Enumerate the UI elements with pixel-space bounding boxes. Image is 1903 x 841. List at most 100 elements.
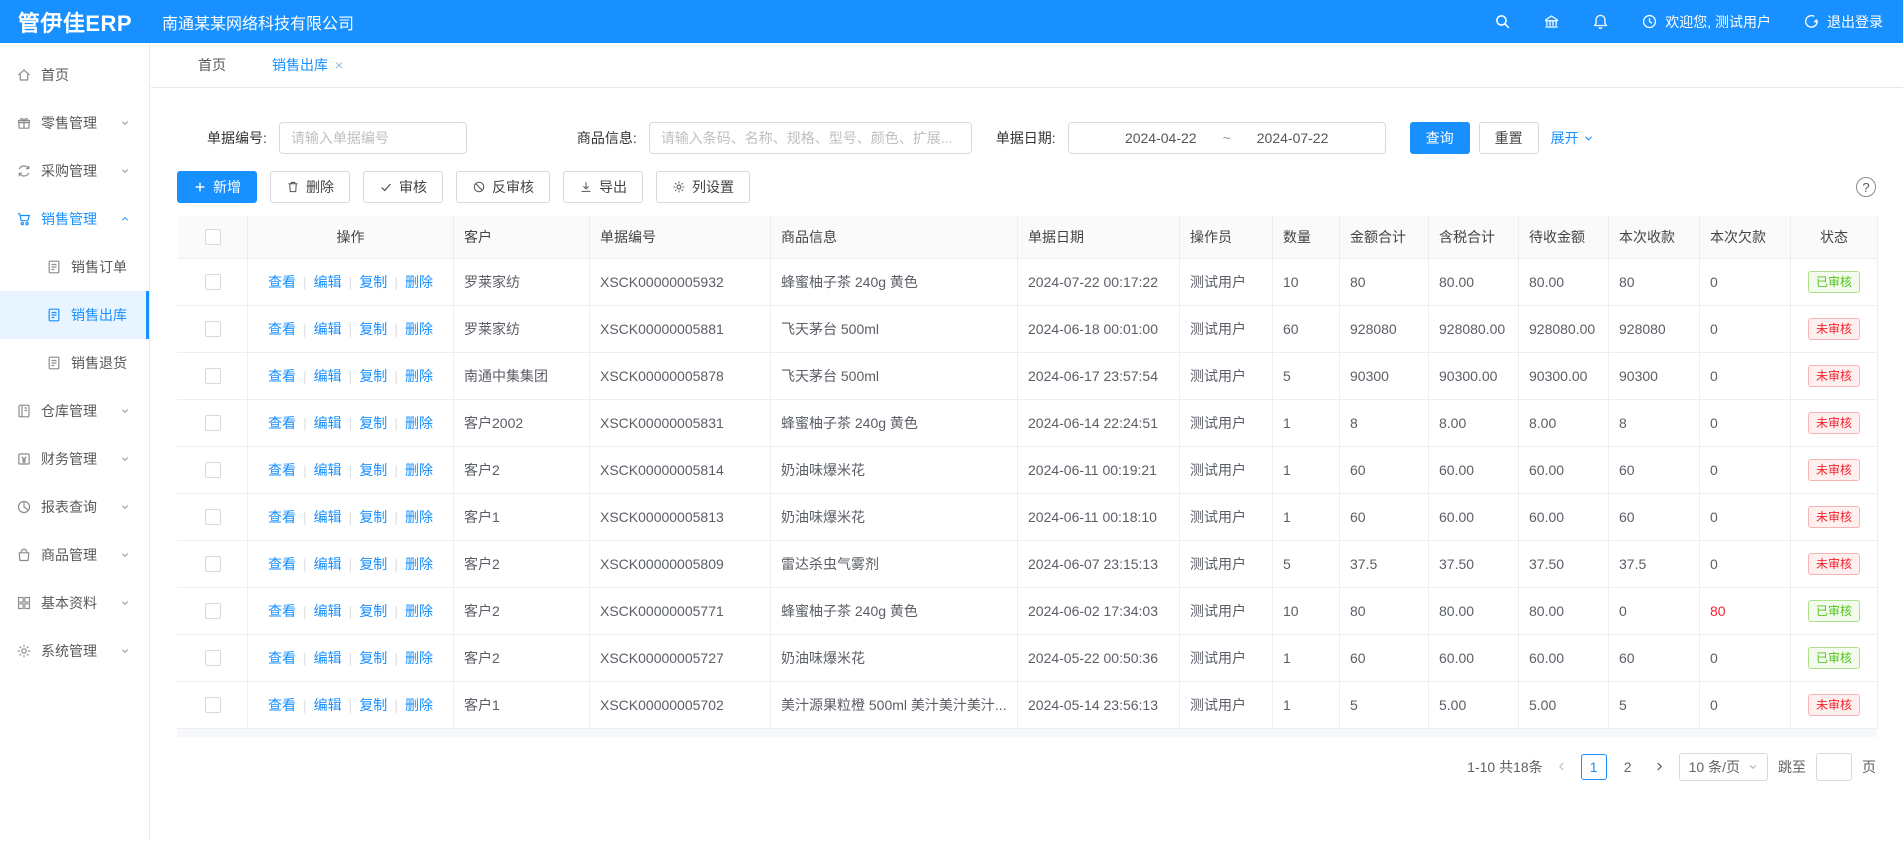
bell-icon[interactable] bbox=[1592, 13, 1609, 30]
sidebar-item-retail[interactable]: 零售管理 bbox=[0, 99, 149, 147]
row-action-delete[interactable]: 删除 bbox=[405, 509, 433, 525]
row-action-copy[interactable]: 复制 bbox=[359, 462, 387, 478]
row-action-delete[interactable]: 删除 bbox=[405, 603, 433, 619]
bill-no-input[interactable] bbox=[279, 122, 467, 154]
sidebar-item-label: 销售管理 bbox=[41, 209, 97, 229]
row-action-edit[interactable]: 编辑 bbox=[314, 368, 342, 384]
sidebar-item-finance[interactable]: 财务管理 bbox=[0, 435, 149, 483]
row-action-copy[interactable]: 复制 bbox=[359, 274, 387, 290]
row-action-view[interactable]: 查看 bbox=[268, 556, 296, 572]
row-action-delete[interactable]: 删除 bbox=[405, 415, 433, 431]
export-button[interactable]: 导出 bbox=[563, 171, 643, 203]
row-action-view[interactable]: 查看 bbox=[268, 697, 296, 713]
row-action-copy[interactable]: 复制 bbox=[359, 697, 387, 713]
audit-button[interactable]: 审核 bbox=[363, 171, 443, 203]
cell-qty: 5 bbox=[1273, 540, 1340, 587]
row-action-copy[interactable]: 复制 bbox=[359, 415, 387, 431]
row-checkbox[interactable] bbox=[205, 556, 221, 572]
prev-page-button[interactable] bbox=[1553, 755, 1571, 779]
row-action-edit[interactable]: 编辑 bbox=[314, 274, 342, 290]
row-action-delete[interactable]: 删除 bbox=[405, 274, 433, 290]
sidebar-item-report[interactable]: 报表查询 bbox=[0, 483, 149, 531]
column-header-select[interactable] bbox=[178, 216, 248, 258]
sidebar-item-sales-return[interactable]: 销售退货 bbox=[0, 339, 149, 387]
ban-icon bbox=[472, 180, 486, 194]
row-action-edit[interactable]: 编辑 bbox=[314, 697, 342, 713]
column-header-amount: 金额合计 bbox=[1340, 216, 1429, 258]
page-button-2[interactable]: 2 bbox=[1615, 754, 1641, 780]
tab-home[interactable]: 首页 bbox=[198, 55, 226, 75]
row-checkbox[interactable] bbox=[205, 509, 221, 525]
row-action-edit[interactable]: 编辑 bbox=[314, 462, 342, 478]
pagination-total: 1-10 共18条 bbox=[1467, 757, 1542, 777]
row-action-edit[interactable]: 编辑 bbox=[314, 603, 342, 619]
cell-amount: 90300 bbox=[1340, 352, 1429, 399]
row-checkbox[interactable] bbox=[205, 462, 221, 478]
help-icon[interactable]: ? bbox=[1856, 177, 1876, 197]
row-action-copy[interactable]: 复制 bbox=[359, 368, 387, 384]
sidebar-item-basic[interactable]: 基本资料 bbox=[0, 579, 149, 627]
select-all-checkbox[interactable] bbox=[205, 229, 221, 245]
row-action-copy[interactable]: 复制 bbox=[359, 321, 387, 337]
row-action-delete[interactable]: 删除 bbox=[405, 650, 433, 666]
cell-qty: 60 bbox=[1273, 305, 1340, 352]
row-action-edit[interactable]: 编辑 bbox=[314, 509, 342, 525]
row-action-copy[interactable]: 复制 bbox=[359, 556, 387, 572]
product-info-input[interactable] bbox=[649, 122, 972, 154]
sidebar-item-home[interactable]: 首页 bbox=[0, 51, 149, 99]
row-action-edit[interactable]: 编辑 bbox=[314, 415, 342, 431]
sidebar-item-sales-order[interactable]: 销售订单 bbox=[0, 243, 149, 291]
row-checkbox[interactable] bbox=[205, 603, 221, 619]
row-action-copy[interactable]: 复制 bbox=[359, 603, 387, 619]
row-action-delete[interactable]: 删除 bbox=[405, 462, 433, 478]
jump-page-input[interactable] bbox=[1816, 753, 1852, 781]
row-action-view[interactable]: 查看 bbox=[268, 650, 296, 666]
row-action-delete[interactable]: 删除 bbox=[405, 697, 433, 713]
row-action-delete[interactable]: 删除 bbox=[405, 368, 433, 384]
row-action-delete[interactable]: 删除 bbox=[405, 321, 433, 337]
row-action-view[interactable]: 查看 bbox=[268, 603, 296, 619]
sidebar-item-system[interactable]: 系统管理 bbox=[0, 627, 149, 675]
sidebar-item-sales[interactable]: 销售管理 bbox=[0, 195, 149, 243]
sidebar-item-product[interactable]: 商品管理 bbox=[0, 531, 149, 579]
reset-button[interactable]: 重置 bbox=[1479, 122, 1539, 154]
user-welcome[interactable]: 欢迎您, 测试用户 bbox=[1641, 12, 1771, 32]
row-action-delete[interactable]: 删除 bbox=[405, 556, 433, 572]
close-tab-icon[interactable]: × bbox=[335, 57, 343, 73]
cell-actions: 查看|编辑|复制|删除 bbox=[248, 446, 454, 493]
row-action-view[interactable]: 查看 bbox=[268, 368, 296, 384]
add-button[interactable]: 新增 bbox=[177, 171, 257, 203]
row-checkbox[interactable] bbox=[205, 274, 221, 290]
expand-link[interactable]: 展开 bbox=[1551, 128, 1594, 148]
column-settings-button[interactable]: 列设置 bbox=[656, 171, 750, 203]
row-checkbox[interactable] bbox=[205, 650, 221, 666]
row-checkbox[interactable] bbox=[205, 368, 221, 384]
row-checkbox[interactable] bbox=[205, 415, 221, 431]
search-icon[interactable] bbox=[1494, 13, 1511, 30]
row-action-view[interactable]: 查看 bbox=[268, 462, 296, 478]
row-checkbox[interactable] bbox=[205, 321, 221, 337]
row-action-view[interactable]: 查看 bbox=[268, 415, 296, 431]
bank-icon[interactable] bbox=[1543, 13, 1560, 30]
date-range-picker[interactable]: 2024-04-22 ~ 2024-07-22 bbox=[1068, 122, 1386, 154]
row-action-edit[interactable]: 编辑 bbox=[314, 650, 342, 666]
page-size-select[interactable]: 10 条/页 bbox=[1679, 753, 1768, 781]
next-page-button[interactable] bbox=[1651, 755, 1669, 779]
row-action-edit[interactable]: 编辑 bbox=[314, 321, 342, 337]
page-button-1[interactable]: 1 bbox=[1581, 754, 1607, 780]
sidebar-item-sales-outbound[interactable]: 销售出库 bbox=[0, 291, 149, 339]
logout-button[interactable]: 退出登录 bbox=[1803, 12, 1883, 32]
row-action-copy[interactable]: 复制 bbox=[359, 509, 387, 525]
sidebar-item-purchase[interactable]: 采购管理 bbox=[0, 147, 149, 195]
row-action-view[interactable]: 查看 bbox=[268, 321, 296, 337]
row-action-copy[interactable]: 复制 bbox=[359, 650, 387, 666]
row-action-edit[interactable]: 编辑 bbox=[314, 556, 342, 572]
row-checkbox[interactable] bbox=[205, 697, 221, 713]
row-action-view[interactable]: 查看 bbox=[268, 509, 296, 525]
unaudit-button[interactable]: 反审核 bbox=[456, 171, 550, 203]
delete-button[interactable]: 删除 bbox=[270, 171, 350, 203]
row-action-view[interactable]: 查看 bbox=[268, 274, 296, 290]
search-button[interactable]: 查询 bbox=[1410, 122, 1470, 154]
sidebar-item-warehouse[interactable]: 仓库管理 bbox=[0, 387, 149, 435]
tab-sales-outbound[interactable]: 销售出库 × bbox=[272, 55, 343, 75]
